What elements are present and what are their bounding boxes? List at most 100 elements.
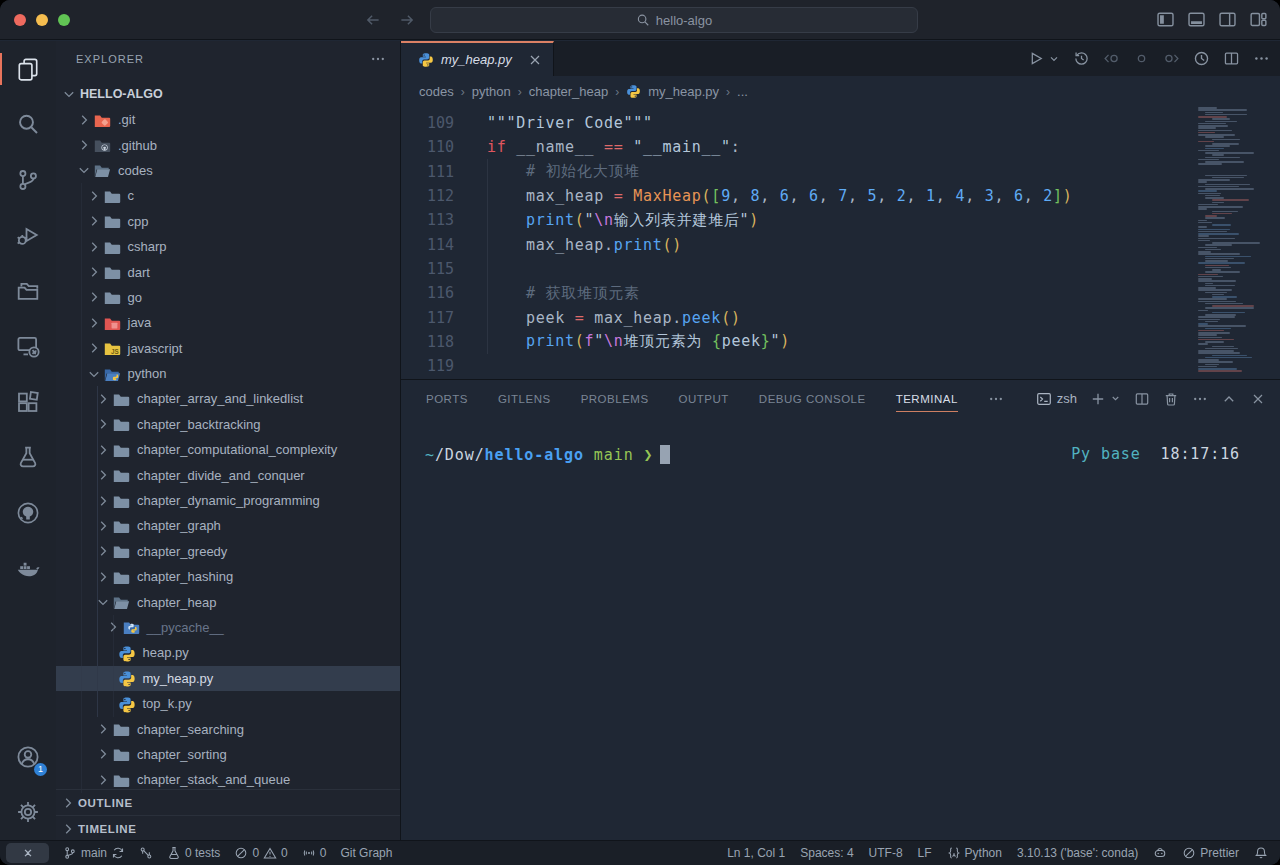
folder-chapter_sorting[interactable]: chapter_sorting xyxy=(56,742,400,767)
timeline-history-icon[interactable] xyxy=(1073,50,1090,67)
remote-indicator[interactable] xyxy=(6,843,49,863)
activity-extensions[interactable] xyxy=(0,374,56,430)
tree-root[interactable]: HELLO-ALGO xyxy=(56,82,400,107)
breadcrumb-item[interactable]: ... xyxy=(737,84,748,99)
panel-tab-output[interactable]: OUTPUT xyxy=(679,380,729,417)
terminal-dropdown-icon[interactable] xyxy=(1110,393,1121,404)
folder-chapter_backtracking[interactable]: chapter_backtracking xyxy=(56,412,400,437)
status-broadcast[interactable]: 0 xyxy=(302,846,327,860)
views-more-actions-icon[interactable] xyxy=(370,51,386,67)
breadcrumb-item[interactable]: my_heap.py xyxy=(648,84,719,99)
activity-github[interactable] xyxy=(0,485,56,541)
folder-codes[interactable]: codes xyxy=(56,158,400,183)
change-icon[interactable] xyxy=(1133,50,1150,67)
maximize-panel-icon[interactable] xyxy=(1221,391,1237,407)
activity-source-control[interactable] xyxy=(0,152,56,208)
folder-chapter_searching[interactable]: chapter_searching xyxy=(56,716,400,741)
panel-tab-terminal[interactable]: TERMINAL xyxy=(896,380,958,417)
panel-tab-gitlens[interactable]: GITLENS xyxy=(498,380,551,417)
status-gitlens-compare[interactable] xyxy=(139,846,153,860)
close-tab-icon[interactable] xyxy=(527,52,543,68)
folder-chapter_divide_and_conquer[interactable]: chapter_divide_and_conquer xyxy=(56,462,400,487)
previous-change-icon[interactable] xyxy=(1103,50,1120,67)
panel-tab-debug-console[interactable]: DEBUG CONSOLE xyxy=(759,380,866,417)
kill-terminal-icon[interactable] xyxy=(1163,391,1179,407)
panel-tab-problems[interactable]: PROBLEMS xyxy=(581,380,649,417)
toggle-panel-icon[interactable] xyxy=(1187,10,1206,29)
folder-chapter_array_and_linkedlist[interactable]: chapter_array_and_linkedlist xyxy=(56,386,400,411)
status-indentation[interactable]: Spaces: 4 xyxy=(800,846,853,860)
panel-more-icon[interactable] xyxy=(988,391,1004,407)
folder-python[interactable]: python xyxy=(56,361,400,386)
folder-chapter_dynamic_programming[interactable]: chapter_dynamic_programming xyxy=(56,488,400,513)
status-copilot[interactable] xyxy=(1153,846,1167,860)
tab-my-heap[interactable]: my_heap.py xyxy=(401,41,554,76)
panel-tab-ports[interactable]: PORTS xyxy=(426,380,468,417)
folder-dart[interactable]: dart xyxy=(56,259,400,284)
status-prettier[interactable]: Prettier xyxy=(1182,846,1239,860)
activity-project-manager[interactable] xyxy=(0,263,56,319)
zoom-window-button[interactable] xyxy=(58,14,70,26)
status-encoding[interactable]: UTF-8 xyxy=(869,846,903,860)
back-arrow-icon[interactable] xyxy=(364,11,382,29)
status-eol[interactable]: LF xyxy=(918,846,932,860)
status-git-graph[interactable]: Git Graph xyxy=(340,846,392,860)
folder-cpp[interactable]: cpp xyxy=(56,209,400,234)
folder-chapter_heap[interactable]: chapter_heap xyxy=(56,589,400,614)
command-center-search[interactable]: hello-algo xyxy=(430,7,918,33)
status-language-mode[interactable]: Python xyxy=(947,846,1002,860)
status-tests[interactable]: 0 tests xyxy=(167,846,220,860)
folder-csharp[interactable]: csharp xyxy=(56,234,400,259)
customize-layout-icon[interactable] xyxy=(1249,10,1268,29)
activity-testing[interactable] xyxy=(0,430,56,486)
activity-explorer[interactable] xyxy=(0,41,56,97)
folder-chapter_hashing[interactable]: chapter_hashing xyxy=(56,564,400,589)
outline-section[interactable]: OUTLINE xyxy=(56,789,400,815)
folder-java[interactable]: java xyxy=(56,310,400,335)
more-actions-icon[interactable] xyxy=(1253,50,1270,67)
folder-go[interactable]: go xyxy=(56,285,400,310)
activity-settings[interactable] xyxy=(0,785,56,841)
file-heap.py[interactable]: heap.py xyxy=(56,640,400,665)
close-panel-icon[interactable] xyxy=(1250,391,1266,407)
terminal-profile[interactable]: zsh xyxy=(1036,391,1077,407)
folder-chapter_greedy[interactable]: chapter_greedy xyxy=(56,539,400,564)
activity-accounts[interactable]: 1 xyxy=(0,729,56,785)
folder-.git[interactable]: .git xyxy=(56,107,400,132)
split-terminal-icon[interactable] xyxy=(1134,391,1150,407)
folder-chapter_computational_complexity[interactable]: chapter_computational_complexity xyxy=(56,437,400,462)
folder-.github[interactable]: .github xyxy=(56,132,400,157)
close-window-button[interactable] xyxy=(14,14,26,26)
activity-run-and-debug[interactable] xyxy=(0,208,56,264)
new-terminal-icon[interactable] xyxy=(1090,391,1106,407)
file-top_k.py[interactable]: top_k.py xyxy=(56,691,400,716)
activity-remote-explorer[interactable] xyxy=(0,319,56,375)
activity-docker[interactable] xyxy=(0,541,56,597)
timer-icon[interactable] xyxy=(1193,50,1210,67)
breadcrumb-item[interactable]: python xyxy=(472,84,511,99)
terminal[interactable]: ~/Dow/hello-algo main ❯ Py base 18:17:16 xyxy=(401,417,1280,840)
timeline-section[interactable]: TIMELINE xyxy=(56,815,400,840)
status-python-interpreter[interactable]: 3.10.13 ('base': conda) xyxy=(1017,846,1138,860)
folder-chapter_graph[interactable]: chapter_graph xyxy=(56,513,400,538)
forward-arrow-icon[interactable] xyxy=(398,11,416,29)
folder-c[interactable]: c xyxy=(56,183,400,208)
run-dropdown-icon[interactable] xyxy=(1048,53,1060,65)
minimap[interactable] xyxy=(1196,107,1268,379)
breadcrumb-item[interactable]: chapter_heap xyxy=(529,84,609,99)
folder-javascript[interactable]: JSjavascript xyxy=(56,336,400,361)
minimize-window-button[interactable] xyxy=(36,14,48,26)
activity-search[interactable] xyxy=(0,97,56,153)
code-editor[interactable]: 109"""Driver Code"""110if __name__ == "_… xyxy=(401,107,1280,379)
toggle-sidebar-icon[interactable] xyxy=(1156,10,1175,29)
breadcrumb-item[interactable]: codes xyxy=(419,84,454,99)
file-my_heap.py[interactable]: my_heap.py xyxy=(56,666,400,691)
split-editor-icon[interactable] xyxy=(1223,50,1240,67)
toggle-secondary-sidebar-icon[interactable] xyxy=(1218,10,1237,29)
terminal-more-icon[interactable] xyxy=(1192,391,1208,407)
status-branch-main[interactable]: main xyxy=(63,846,125,860)
status-notifications[interactable] xyxy=(1254,846,1268,860)
status-cursor-position[interactable]: Ln 1, Col 1 xyxy=(727,846,785,860)
run-button-icon[interactable] xyxy=(1027,50,1044,67)
folder-__pycache__[interactable]: __pycache__ xyxy=(56,615,400,640)
